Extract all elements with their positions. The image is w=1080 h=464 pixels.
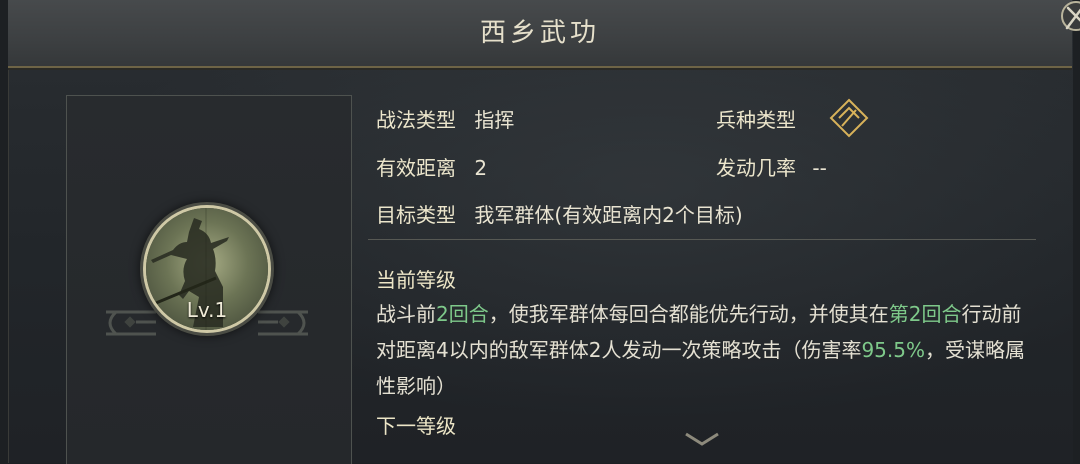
tactic-type-row: 战法类型 指挥 (376, 104, 514, 133)
tactic-type-label: 战法类型 (376, 108, 456, 132)
troop-type-row: 兵种类型 (716, 104, 796, 133)
desc-highlight: 2回合 (436, 302, 489, 326)
target-type-row: 目标类型 我军群体(有效距离内2个目标) (376, 199, 743, 228)
close-icon[interactable] (1058, 0, 1080, 38)
current-level-description: 战斗前2回合，使我军群体每回合都能优先行动，并使其在第2回合行动前对距离4以内的… (376, 296, 1026, 404)
page-title: 西乡武功 (479, 18, 600, 48)
desc-highlight: 第2回合 (888, 302, 962, 326)
desc-text: ，使我军群体每回合都能优先行动，并使其在 (488, 302, 889, 326)
trigger-rate-label: 发动几率 (716, 156, 796, 180)
skill-level-label: Lv.1 (186, 298, 228, 322)
target-type-label: 目标类型 (376, 203, 456, 227)
range-row: 有效距离 2 (376, 152, 487, 181)
desc-text: 战斗前 (376, 302, 436, 326)
target-type-value: 我军群体(有效距离内2个目标) (474, 203, 743, 227)
section-divider (368, 239, 1036, 240)
range-label: 有效距离 (376, 156, 456, 180)
desc-highlight: 95.5% (861, 338, 925, 362)
range-value: 2 (474, 156, 488, 180)
chevron-down-icon[interactable] (682, 430, 722, 450)
trigger-rate-value: -- (812, 156, 827, 180)
trigger-rate-row: 发动几率 -- (716, 152, 827, 181)
troop-type-icon[interactable] (828, 98, 870, 138)
next-level-heading: 下一等级 (376, 414, 456, 438)
current-level-heading: 当前等级 (376, 268, 456, 292)
tactic-type-value: 指挥 (474, 108, 515, 132)
troop-type-label: 兵种类型 (716, 108, 796, 132)
